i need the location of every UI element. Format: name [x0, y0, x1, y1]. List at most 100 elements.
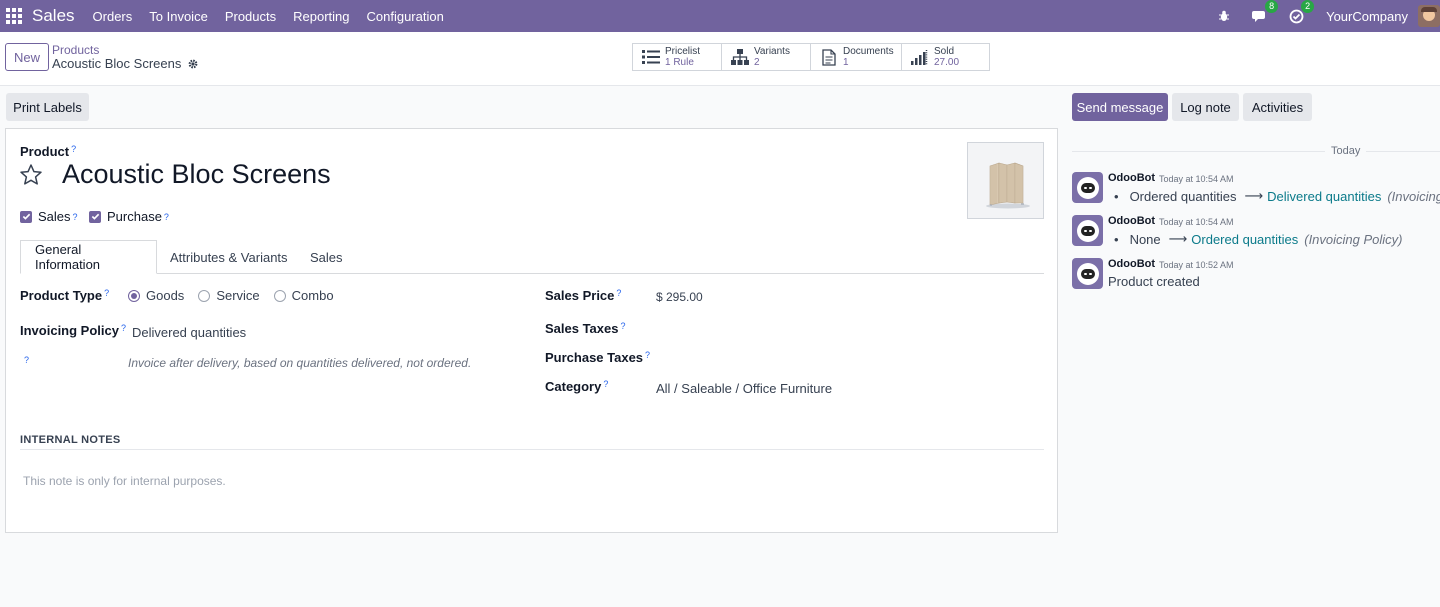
chatter-message: OdooBot Today at 10:52 AM Product create… [1072, 258, 1440, 292]
date-separator [1072, 151, 1440, 152]
tracked-field: (Invoicing Policy) [1304, 231, 1403, 247]
log-note-button[interactable]: Log note [1172, 93, 1239, 121]
internal-notes-heading: INTERNAL NOTES [20, 434, 121, 446]
sold-smart-button[interactable]: Sold 27.00 [901, 43, 990, 71]
product-type-label: Product Type? [20, 288, 109, 303]
documents-label: Documents [843, 46, 894, 57]
odoobot-avatar[interactable] [1072, 215, 1103, 246]
top-navbar: Sales Orders To Invoice Products Reporti… [0, 0, 1440, 32]
menu-products[interactable]: Products [225, 9, 276, 24]
help-tooltip[interactable]: ? [645, 350, 650, 360]
message-body: Product created [1108, 274, 1200, 289]
tab-sales[interactable]: Sales [310, 240, 343, 274]
help-tooltip[interactable]: ? [603, 379, 608, 389]
help-tooltip[interactable]: ? [620, 321, 625, 331]
tracking-change: • Ordered quantities ⟶ Delivered quantit… [1108, 188, 1440, 204]
messages-icon[interactable]: 8 [1250, 0, 1279, 26]
checkbox-checked-icon[interactable] [20, 210, 32, 223]
invoicing-policy-select[interactable]: Delivered quantities [132, 325, 246, 340]
breadcrumb-current: Acoustic Bloc Screens [52, 56, 199, 71]
help-tooltip[interactable]: ? [121, 323, 126, 333]
menu-to-invoice[interactable]: To Invoice [149, 9, 208, 24]
odoobot-avatar[interactable] [1072, 258, 1103, 289]
favorite-star-icon[interactable] [19, 163, 43, 187]
invoicing-policy-label: Invoicing Policy? [20, 323, 126, 338]
activities-icon[interactable]: 2 [1286, 0, 1315, 26]
pricelist-label: Pricelist [665, 46, 701, 57]
internal-notes-editor[interactable]: This note is only for internal purposes. [23, 474, 226, 488]
product-name-field[interactable]: Acoustic Bloc Screens [62, 159, 331, 190]
activities-button[interactable]: Activities [1243, 93, 1312, 121]
message-time: Today at 10:54 AM [1159, 174, 1234, 184]
pricelist-value: 1 Rule [665, 57, 694, 68]
documents-smart-button[interactable]: Documents 1 [810, 43, 901, 71]
pricelist-smart-button[interactable]: Pricelist 1 Rule [632, 43, 721, 71]
list-icon [641, 47, 661, 67]
message-author[interactable]: OdooBot [1108, 258, 1155, 270]
gear-icon[interactable] [187, 58, 199, 70]
sales-checkbox-label: Sales [38, 209, 71, 224]
message-text: Product created [1108, 274, 1200, 289]
radio-empty-icon[interactable] [198, 289, 211, 302]
breadcrumb-current-label: Acoustic Bloc Screens [52, 56, 182, 71]
company-switcher[interactable]: YourCompany [1326, 9, 1408, 24]
odoobot-avatar[interactable] [1072, 172, 1103, 203]
sales-checkbox[interactable]: Sales? [20, 209, 78, 224]
old-value: None [1129, 231, 1161, 247]
menu-reporting[interactable]: Reporting [293, 9, 349, 24]
breadcrumb-products[interactable]: Products [52, 43, 99, 57]
apps-grid-icon[interactable] [0, 0, 28, 32]
radio-combo[interactable]: Combo [273, 288, 334, 303]
new-value: Delivered quantities [1267, 188, 1382, 204]
form-tabs: General Information Attributes & Variant… [20, 240, 1044, 274]
activities-badge: 2 [1301, 0, 1315, 13]
variants-label: Variants [754, 46, 790, 57]
sales-price-input[interactable]: $ 295.00 [656, 290, 703, 304]
product-image[interactable] [967, 142, 1044, 219]
message-author[interactable]: OdooBot [1108, 215, 1155, 227]
app-name[interactable]: Sales [32, 6, 75, 26]
help-tooltip[interactable]: ? [104, 288, 109, 298]
variants-smart-button[interactable]: Variants 2 [721, 43, 810, 71]
sales-taxes-input[interactable] [656, 319, 1036, 339]
category-label-text: Category [545, 379, 602, 394]
date-separator-label: Today [1325, 145, 1367, 157]
radio-selected-icon[interactable] [128, 289, 140, 302]
purchase-taxes-input[interactable] [656, 348, 1036, 368]
menu-configuration[interactable]: Configuration [367, 9, 444, 24]
bullet: • [1114, 231, 1119, 247]
radio-empty-icon[interactable] [273, 289, 286, 302]
bug-icon[interactable] [1214, 6, 1234, 26]
message-author[interactable]: OdooBot [1108, 172, 1155, 184]
tab-general-information[interactable]: General Information [20, 240, 157, 274]
send-message-button[interactable]: Send message [1072, 93, 1168, 121]
chatter-message: OdooBot Today at 10:54 AM • Ordered quan… [1072, 172, 1440, 206]
help-tooltip[interactable]: ? [616, 288, 621, 298]
print-labels-button[interactable]: Print Labels [6, 93, 89, 121]
help-tooltip[interactable]: ? [73, 212, 78, 222]
acoustic-screen-image [985, 162, 1030, 208]
sales-price-label: Sales Price? [545, 288, 621, 303]
help-tooltip[interactable]: ? [71, 144, 76, 154]
product-label: Product? [20, 144, 76, 159]
menu-orders[interactable]: Orders [93, 9, 133, 24]
user-avatar[interactable] [1418, 5, 1440, 27]
purchase-checkbox[interactable]: Purchase? [89, 209, 169, 224]
radio-service[interactable]: Service [198, 288, 260, 303]
new-button[interactable]: New [5, 43, 49, 71]
category-select[interactable]: All / Saleable / Office Furniture [656, 381, 832, 396]
purchase-taxes-label-text: Purchase Taxes [545, 350, 644, 365]
messages-badge: 8 [1265, 0, 1279, 13]
checkbox-checked-icon[interactable] [89, 210, 101, 223]
radio-goods[interactable]: Goods [128, 288, 184, 303]
tab-attributes-variants[interactable]: Attributes & Variants [170, 240, 288, 274]
help-tooltip[interactable]: ? [24, 355, 29, 365]
help-tooltip[interactable]: ? [164, 212, 169, 222]
new-value: Ordered quantities [1191, 231, 1299, 247]
purchase-checkbox-label: Purchase [107, 209, 162, 224]
documents-value: 1 [843, 57, 849, 68]
message-time: Today at 10:54 AM [1159, 217, 1234, 227]
tracking-change: • None ⟶ Ordered quantities (Invoicing P… [1108, 231, 1403, 247]
message-time: Today at 10:52 AM [1159, 260, 1234, 270]
product-label-text: Product [20, 144, 70, 159]
